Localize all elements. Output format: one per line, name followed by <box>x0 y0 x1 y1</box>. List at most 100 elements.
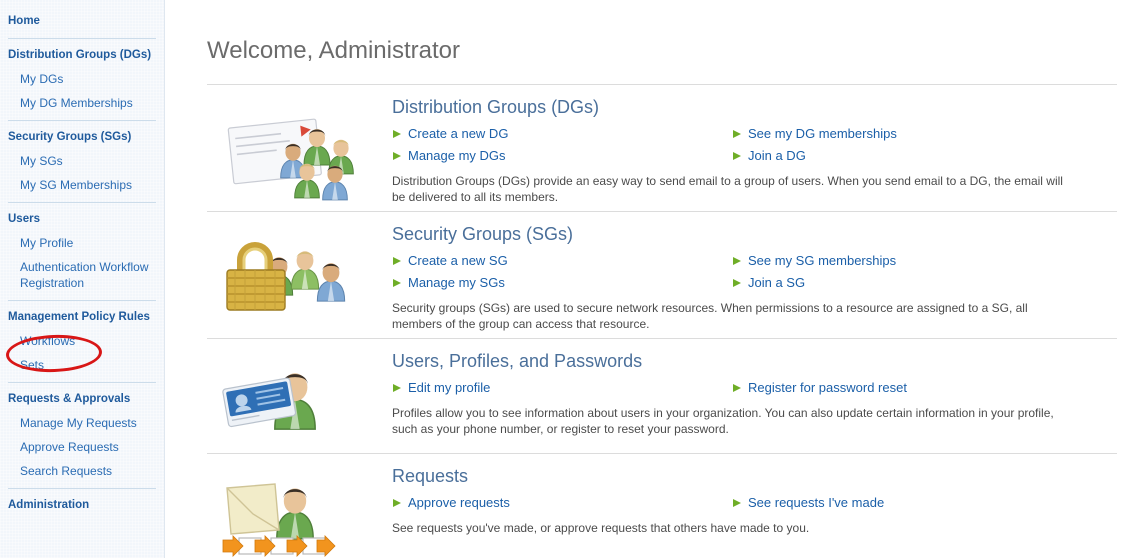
section-requests: Requests Approve requests See requests I'v… <box>165 454 1137 558</box>
sidebar-divider <box>8 202 156 203</box>
link-column-first: Create a new DGManage my DGs <box>392 123 732 167</box>
section-links-security-groups: Create a new SGManage my SGs See my SG me… <box>392 250 1117 294</box>
sidebar-item-approve-requests[interactable]: Approve Requests <box>0 435 164 459</box>
link-row: Create a new DG <box>392 123 732 145</box>
section-body-security-groups: Security Groups (SGs) Create a new SGMana… <box>392 220 1117 332</box>
sidebar-divider <box>8 120 156 121</box>
bullet-triangle-icon <box>732 256 742 266</box>
sidebar-divider <box>8 382 156 383</box>
bullet-triangle-icon <box>392 278 402 288</box>
sidebar-divider <box>8 488 156 489</box>
sidebar-group-security-groups-sgs: Security Groups (SGs)My SGsMy SG Members… <box>0 126 164 197</box>
bullet-triangle-icon <box>392 129 402 139</box>
sidebar-item-manage-my-requests[interactable]: Manage My Requests <box>0 411 164 435</box>
sidebar-item-authentication-workflow-registration[interactable]: Authentication Workflow Registration <box>0 255 164 295</box>
link-create-a-new-sg[interactable]: Create a new SG <box>408 251 508 271</box>
section-body-requests: Requests Approve requests See requests I'v… <box>392 462 1117 536</box>
id-card-person-icon <box>207 347 392 447</box>
link-see-my-sg-memberships[interactable]: See my SG memberships <box>748 251 896 271</box>
section-links-requests: Approve requests See requests I've made <box>392 492 1117 514</box>
sidebar-item-sets[interactable]: Sets <box>0 353 164 377</box>
link-create-a-new-dg[interactable]: Create a new DG <box>408 124 508 144</box>
bullet-triangle-icon <box>392 498 402 508</box>
sidebar-header-administration[interactable]: Administration <box>0 494 164 517</box>
link-join-a-sg[interactable]: Join a SG <box>748 273 805 293</box>
section-users-profiles-passwords: Users, Profiles, and Passwords Edit my pr… <box>165 339 1137 453</box>
sidebar-item-my-profile[interactable]: My Profile <box>0 231 164 255</box>
link-see-requests-ive-made[interactable]: See requests I've made <box>748 493 884 513</box>
sidebar-item-my-sg-memberships[interactable]: My SG Memberships <box>0 173 164 197</box>
link-row: See my DG memberships <box>732 123 897 145</box>
bullet-triangle-icon <box>392 256 402 266</box>
sidebar-group-users: UsersMy ProfileAuthentication Workflow R… <box>0 208 164 295</box>
section-description-users-profiles-passwords: Profiles allow you to see information ab… <box>392 405 1064 437</box>
sidebar-group-distribution-groups-dgs: Distribution Groups (DGs)My DGsMy DG Mem… <box>0 44 164 115</box>
sidebar-header-requests-approvals[interactable]: Requests & Approvals <box>0 388 164 411</box>
sidebar-header-security-groups-sgs[interactable]: Security Groups (SGs) <box>0 126 164 149</box>
link-edit-my-profile[interactable]: Edit my profile <box>408 378 490 398</box>
sidebar-header-distribution-groups-dgs[interactable]: Distribution Groups (DGs) <box>0 44 164 67</box>
section-links-users-profiles-passwords: Edit my profile Register for password res… <box>392 377 1117 399</box>
link-column-second: Register for password reset <box>732 377 907 399</box>
link-column-second: See requests I've made <box>732 492 884 514</box>
section-title-users-profiles-passwords: Users, Profiles, and Passwords <box>392 349 1117 373</box>
section-body-users-profiles-passwords: Users, Profiles, and Passwords Edit my pr… <box>392 347 1117 437</box>
sidebar-group-home: Home <box>0 10 164 33</box>
link-row: Create a new SG <box>392 250 732 272</box>
sidebar-group-list: Home Distribution Groups (DGs)My DGsMy DG… <box>0 10 164 517</box>
sidebar-item-search-requests[interactable]: Search Requests <box>0 459 164 483</box>
sidebar-item-my-dg-memberships[interactable]: My DG Memberships <box>0 91 164 115</box>
sidebar-item-my-sgs[interactable]: My SGs <box>0 149 164 173</box>
link-row: Manage my SGs <box>392 272 732 294</box>
link-approve-requests[interactable]: Approve requests <box>408 493 510 513</box>
envelope-people-icon <box>207 93 392 201</box>
sidebar-divider <box>8 38 156 39</box>
link-row: Manage my DGs <box>392 145 732 167</box>
page-title: Welcome, Administrator <box>165 16 1137 66</box>
section-description-security-groups: Security groups (SGs) are used to secure… <box>392 300 1064 332</box>
sidebar-navigation: Home Distribution Groups (DGs)My DGsMy DG… <box>0 0 165 558</box>
sidebar-item-my-dgs[interactable]: My DGs <box>0 67 164 91</box>
link-row: Approve requests <box>392 492 732 514</box>
section-links-distribution-groups: Create a new DGManage my DGsSee my DG me… <box>392 123 1117 167</box>
sidebar-group-management-policy-rules: Management Policy RulesWorkflowsSets <box>0 306 164 377</box>
sidebar-item-workflows[interactable]: Workflows <box>0 329 164 353</box>
link-row: Join a DG <box>732 145 897 167</box>
link-row: Edit my profile <box>392 377 732 399</box>
link-column-first: Approve requests <box>392 492 732 514</box>
sidebar-group-administration: Administration <box>0 494 164 517</box>
link-column-second: See my DG membershipsJoin a DG <box>732 123 897 167</box>
sidebar-header-users[interactable]: Users <box>0 208 164 231</box>
section-description-requests: See requests you've made, or approve req… <box>392 520 1064 536</box>
bullet-triangle-icon <box>392 383 402 393</box>
section-body-distribution-groups: Distribution Groups (DGs) Create a new DG… <box>392 93 1117 205</box>
main-content: Welcome, Administrator Distribution Grou… <box>165 0 1137 558</box>
bullet-triangle-icon <box>732 129 742 139</box>
sidebar-group-requests-approvals: Requests & ApprovalsManage My RequestsAp… <box>0 388 164 483</box>
link-column-first: Edit my profile <box>392 377 732 399</box>
bullet-triangle-icon <box>732 151 742 161</box>
sidebar-header-management-policy-rules[interactable]: Management Policy Rules <box>0 306 164 329</box>
bullet-triangle-icon <box>392 151 402 161</box>
link-manage-my-dgs[interactable]: Manage my DGs <box>408 146 506 166</box>
link-column-first: Create a new SGManage my SGs <box>392 250 732 294</box>
bullet-triangle-icon <box>732 383 742 393</box>
link-join-a-dg[interactable]: Join a DG <box>748 146 806 166</box>
sidebar-header-home[interactable]: Home <box>0 10 164 33</box>
section-list: Distribution Groups (DGs) Create a new DG… <box>165 85 1137 558</box>
link-row: See my SG memberships <box>732 250 896 272</box>
section-description-distribution-groups: Distribution Groups (DGs) provide an eas… <box>392 173 1064 205</box>
sidebar-divider <box>8 300 156 301</box>
section-security-groups: Security Groups (SGs) Create a new SGMana… <box>165 212 1137 338</box>
app-root: HomeDistribution Groups (DGs)My DGsMy DG… <box>0 0 1137 558</box>
section-title-requests: Requests <box>392 464 1117 488</box>
link-manage-my-sgs[interactable]: Manage my SGs <box>408 273 505 293</box>
link-row: Join a SG <box>732 272 896 294</box>
padlock-people-icon <box>207 220 392 323</box>
link-register-for-password-reset[interactable]: Register for password reset <box>748 378 907 398</box>
section-title-distribution-groups: Distribution Groups (DGs) <box>392 95 1117 119</box>
bullet-triangle-icon <box>732 278 742 288</box>
link-row: Register for password reset <box>732 377 907 399</box>
section-title-security-groups: Security Groups (SGs) <box>392 222 1117 246</box>
link-see-my-dg-memberships[interactable]: See my DG memberships <box>748 124 897 144</box>
